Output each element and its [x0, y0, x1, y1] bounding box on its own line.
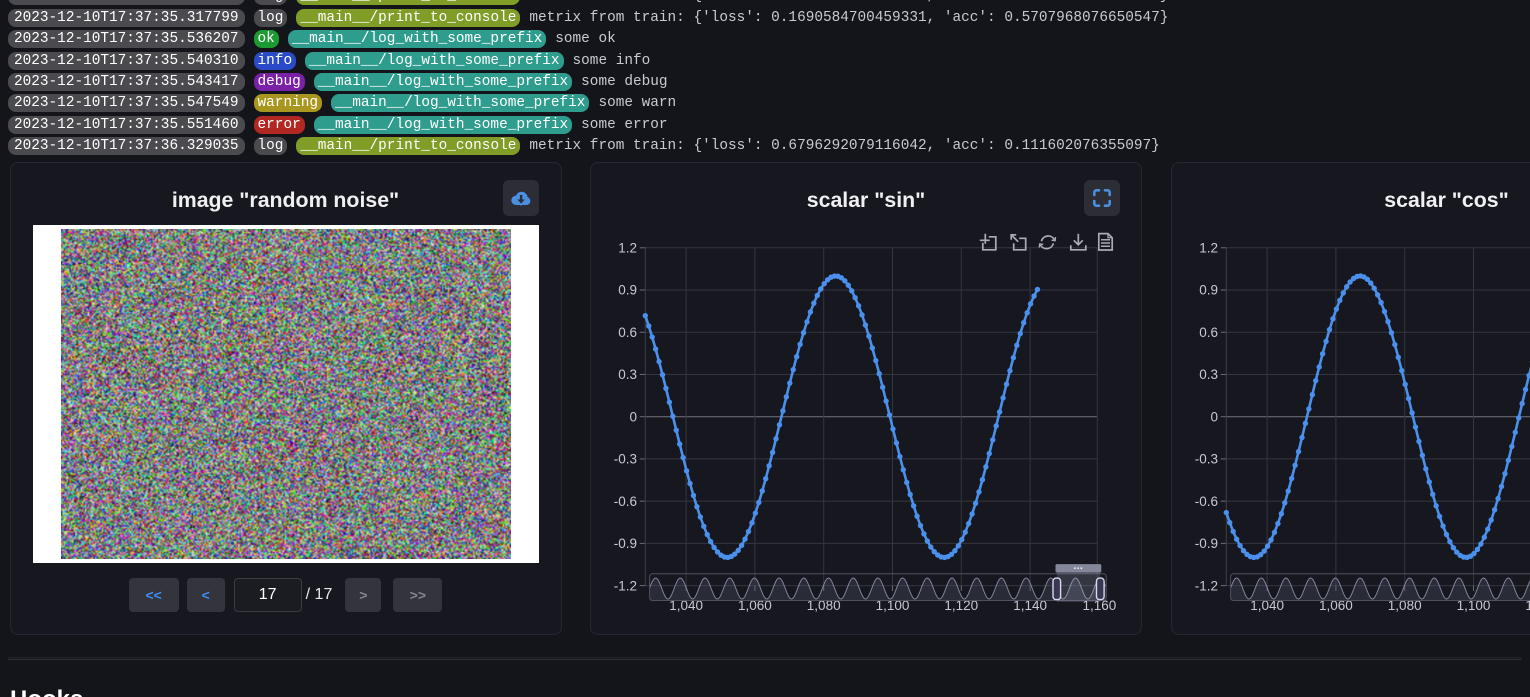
svg-text:-0.9: -0.9	[1194, 536, 1217, 551]
svg-text:-0.9: -0.9	[614, 536, 637, 551]
svg-text:-1.2: -1.2	[614, 578, 637, 593]
svg-text:0: 0	[1210, 409, 1218, 424]
svg-text:0.3: 0.3	[618, 367, 637, 382]
svg-text:0.9: 0.9	[618, 283, 637, 298]
svg-text:-0.6: -0.6	[614, 494, 637, 509]
svg-text:-1.2: -1.2	[1194, 578, 1217, 593]
svg-text:0.6: 0.6	[1199, 325, 1218, 340]
svg-text:0: 0	[629, 409, 637, 424]
svg-text:-0.3: -0.3	[614, 452, 637, 467]
svg-text:1.2: 1.2	[618, 241, 637, 256]
svg-text:0.6: 0.6	[618, 325, 637, 340]
svg-text:-0.6: -0.6	[1194, 494, 1217, 509]
svg-text:1.2: 1.2	[1199, 241, 1218, 256]
svg-text:0.9: 0.9	[1199, 283, 1218, 298]
svg-text:-0.3: -0.3	[1194, 452, 1217, 467]
svg-text:0.3: 0.3	[1199, 367, 1218, 382]
